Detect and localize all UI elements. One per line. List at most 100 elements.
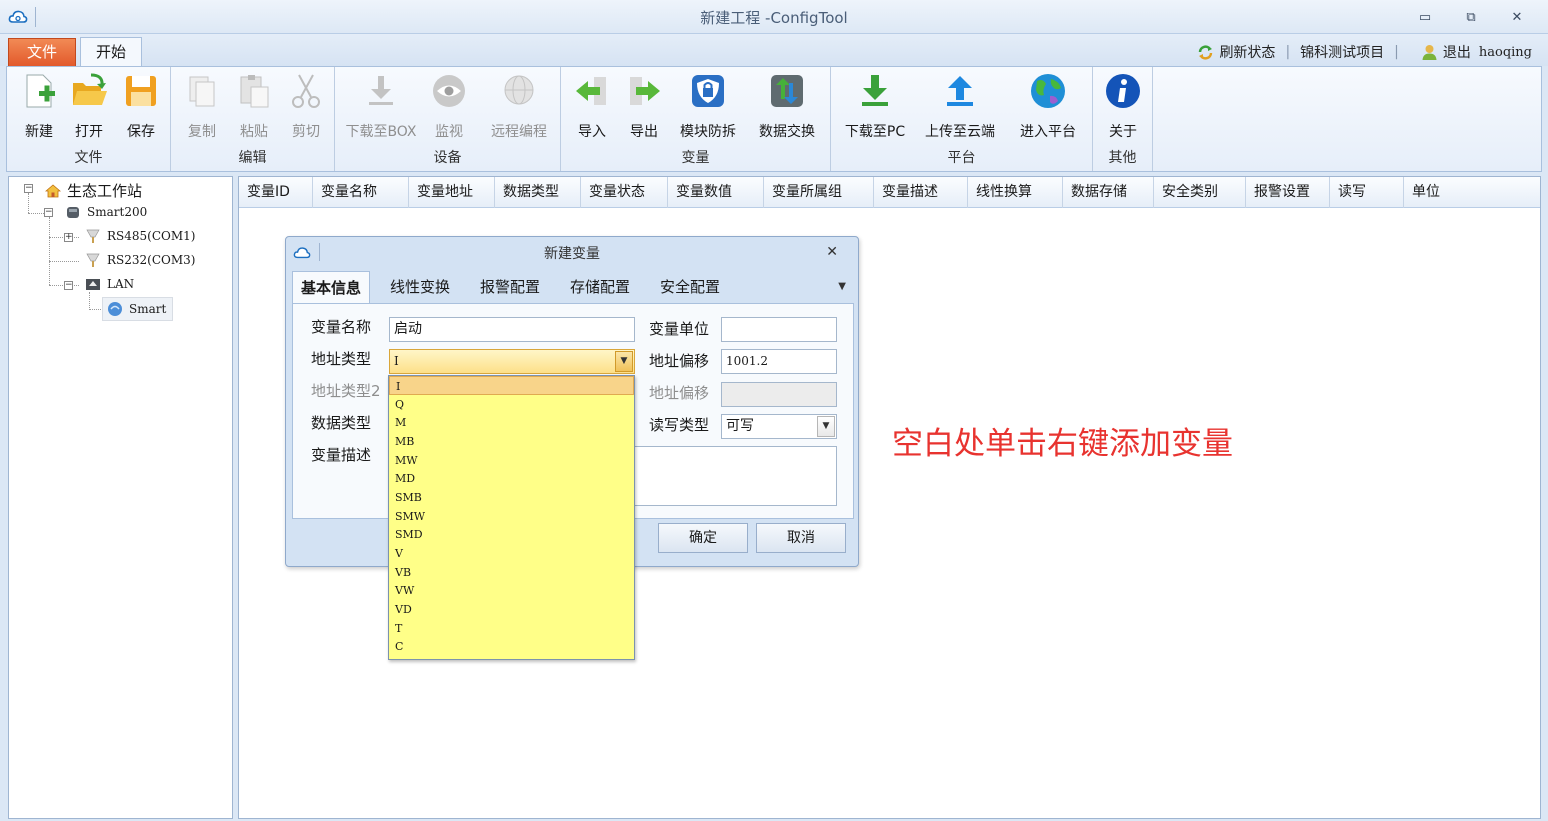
grid-col-rw[interactable]: 读写 — [1330, 177, 1404, 208]
tree-line — [28, 193, 29, 213]
enter-platform-button[interactable]: 进入平台 — [1011, 71, 1085, 140]
dropdown-option[interactable]: VB — [389, 563, 634, 582]
cut-button[interactable]: 剪切 — [281, 71, 331, 140]
tree-node-workstation[interactable]: 生态工作站 — [45, 180, 142, 201]
dropdown-option[interactable]: V — [389, 544, 634, 563]
remote-program-button[interactable]: 远程编程 — [481, 71, 557, 140]
dropdown-option[interactable]: SMD — [389, 525, 634, 544]
dropdown-option[interactable]: Q — [389, 395, 634, 414]
open-button[interactable]: 打开 — [63, 71, 115, 140]
download-green-icon — [862, 75, 888, 106]
dropdown-option[interactable]: C — [389, 637, 634, 656]
tree-node-smart200[interactable]: Smart200 — [65, 204, 147, 220]
tab-alarm-config[interactable]: 报警配置 — [472, 271, 548, 303]
divider: | — [1285, 44, 1291, 60]
var-name-input[interactable]: 启动 — [389, 317, 635, 342]
addr-type-dropdown[interactable]: I Q M MB MW MD SMB SMW SMD V VB VW VD T … — [388, 375, 635, 660]
tabs-more-icon[interactable]: ▼ — [838, 281, 846, 292]
new-file-icon — [26, 74, 55, 108]
dropdown-option[interactable]: VW — [389, 581, 634, 600]
data-exchange-button[interactable]: 数据交换 — [751, 71, 823, 140]
grid-col-var-addr[interactable]: 变量地址 — [409, 177, 495, 208]
dropdown-option[interactable]: MD — [389, 469, 634, 488]
dropdown-option[interactable]: M — [389, 413, 634, 432]
dropdown-option[interactable]: MW — [389, 451, 634, 470]
grid-col-var-desc[interactable]: 变量描述 — [874, 177, 968, 208]
addr-offset-input[interactable]: 1001.2 — [721, 349, 837, 374]
var-unit-input[interactable] — [721, 317, 837, 342]
download-pc-button[interactable]: 下载至PC — [837, 71, 913, 140]
chevron-down-icon[interactable]: ▼ — [615, 351, 633, 372]
refresh-icon — [1199, 44, 1213, 60]
upload-cloud-button[interactable]: 上传至云端 — [919, 71, 1001, 140]
ok-button[interactable]: 确定 — [658, 523, 748, 553]
minimize-button[interactable]: ▭ — [1416, 10, 1434, 26]
copy-button[interactable]: 复制 — [177, 71, 227, 140]
export-label: 导出 — [630, 124, 658, 140]
ribbon-tab-row: 文件 开始 刷新状态 | 锦科测试项目 | 退出 haoqing — [0, 34, 1548, 67]
grid-col-var-value[interactable]: 变量数值 — [668, 177, 764, 208]
close-icon: ✕ — [826, 244, 838, 260]
expander-device[interactable]: − — [44, 208, 53, 217]
grid-col-var-name[interactable]: 变量名称 — [313, 177, 409, 208]
import-label: 导入 — [578, 124, 606, 140]
user-icon — [1422, 44, 1437, 60]
paste-label: 粘贴 — [240, 124, 268, 140]
tree-node-rs485[interactable]: RS485(COM1) — [85, 228, 195, 244]
dropdown-option[interactable]: SMW — [389, 507, 634, 526]
project-name[interactable]: 锦科测试项目 — [1300, 42, 1384, 62]
module-protect-button[interactable]: 模块防拆 — [675, 71, 741, 140]
group-platform: 下载至PC 上传至云端 进入平台 平台 — [831, 67, 1093, 171]
tab-basic-info[interactable]: 基本信息 — [292, 271, 371, 303]
scissors-icon — [292, 74, 320, 108]
tree-node-smart[interactable]: Smart — [102, 297, 174, 321]
export-button[interactable]: 导出 — [619, 71, 669, 140]
grid-col-data-type[interactable]: 数据类型 — [495, 177, 581, 208]
tab-file[interactable]: 文件 — [8, 38, 76, 66]
monitor-button[interactable]: 监视 — [423, 71, 475, 140]
restore-button[interactable]: ⧉ — [1462, 10, 1480, 26]
cancel-button[interactable]: 取消 — [756, 523, 846, 553]
import-button[interactable]: 导入 — [567, 71, 617, 140]
dialog-close-button[interactable]: ✕ — [826, 244, 838, 260]
addr-type-combo[interactable]: I ▼ — [389, 349, 635, 374]
tab-start[interactable]: 开始 — [80, 37, 142, 67]
logout-button[interactable]: 退出 haoqing — [1421, 42, 1532, 62]
close-button[interactable]: ✕ — [1508, 10, 1526, 26]
divider: | — [1394, 44, 1399, 60]
dropdown-option[interactable]: VD — [389, 600, 634, 619]
tree-node-lan[interactable]: LAN — [85, 276, 134, 292]
dropdown-option[interactable]: I — [389, 376, 634, 395]
download-box-button[interactable]: 下载至BOX — [341, 71, 421, 140]
grid-col-storage[interactable]: 数据存储 — [1063, 177, 1154, 208]
dropdown-option[interactable]: T — [389, 619, 634, 638]
grid-col-security[interactable]: 安全类别 — [1154, 177, 1246, 208]
network-icon — [86, 279, 100, 290]
about-button[interactable]: 关于 — [1099, 71, 1147, 140]
chevron-down-icon[interactable]: ▼ — [817, 416, 835, 437]
exchange-icon — [771, 75, 803, 107]
grid-col-alarm[interactable]: 报警设置 — [1246, 177, 1330, 208]
expander-lan[interactable]: − — [64, 281, 73, 290]
tab-storage-config[interactable]: 存储配置 — [562, 271, 638, 303]
project-tree[interactable]: − 生态工作站 − Smart200 + RS485(COM1) RS232(C… — [8, 176, 233, 819]
grid-col-var-group[interactable]: 变量所属组 — [764, 177, 874, 208]
tab-linear-transform[interactable]: 线性变换 — [382, 271, 458, 303]
grid-col-var-status[interactable]: 变量状态 — [581, 177, 668, 208]
dropdown-option[interactable]: MB — [389, 432, 634, 451]
grid-col-linear[interactable]: 线性换算 — [968, 177, 1063, 208]
expander-rs485[interactable]: + — [64, 233, 73, 242]
save-button[interactable]: 保存 — [115, 71, 167, 140]
expander-root[interactable]: − — [24, 184, 33, 193]
tree-node-rs485-label: RS485(COM1) — [107, 229, 196, 243]
dropdown-option[interactable]: SMB — [389, 488, 634, 507]
new-button[interactable]: 新建 — [11, 71, 67, 140]
tab-security-config[interactable]: 安全配置 — [652, 271, 728, 303]
refresh-status-button[interactable]: 刷新状态 — [1197, 42, 1275, 62]
rw-type-combo[interactable]: 可写 ▼ — [721, 414, 837, 439]
paste-button[interactable]: 粘贴 — [229, 71, 279, 140]
earth-icon — [1031, 74, 1065, 108]
tree-node-rs232[interactable]: RS232(COM3) — [85, 252, 195, 268]
grid-col-var-id[interactable]: 变量ID — [239, 177, 313, 208]
grid-col-unit[interactable]: 单位 — [1404, 177, 1542, 208]
